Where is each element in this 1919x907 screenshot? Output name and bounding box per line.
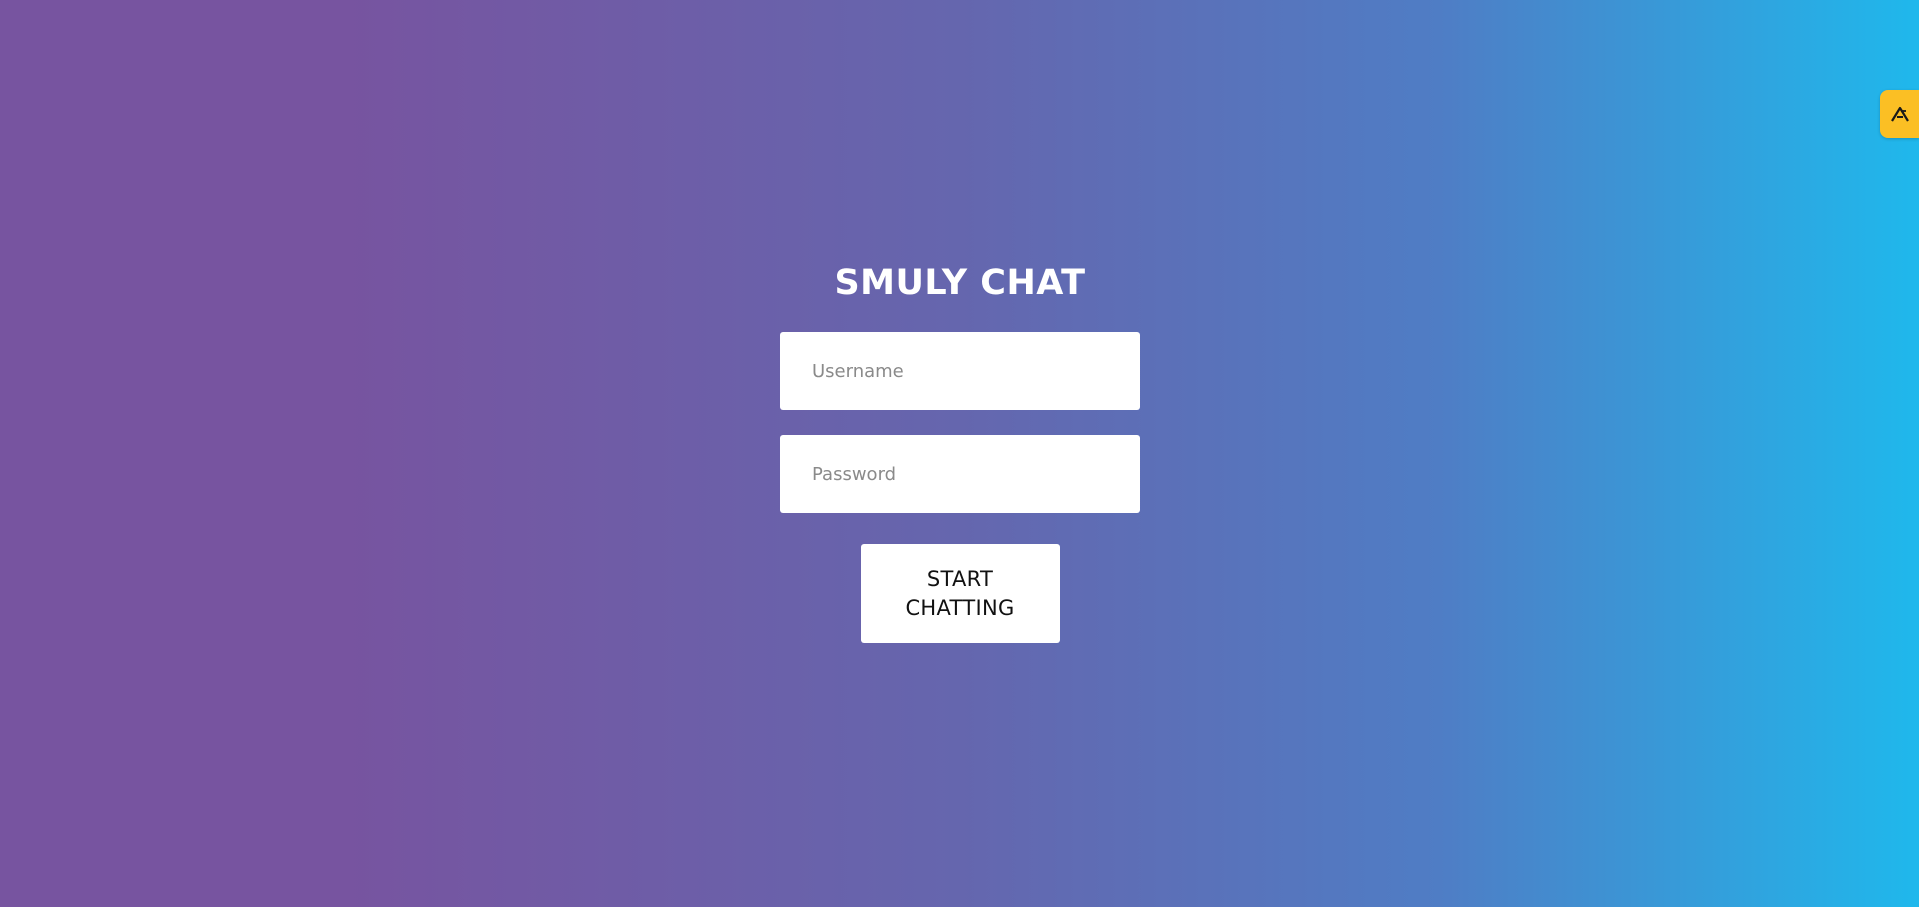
extension-badge[interactable] — [1880, 90, 1919, 138]
login-form: SMULY CHAT START CHATTING — [780, 258, 1140, 643]
app-title: SMULY CHAT — [834, 263, 1086, 303]
start-chatting-button[interactable]: START CHATTING — [860, 544, 1060, 643]
extension-logo-icon — [1890, 105, 1910, 123]
password-input[interactable] — [780, 435, 1140, 513]
username-input[interactable] — [780, 332, 1140, 410]
